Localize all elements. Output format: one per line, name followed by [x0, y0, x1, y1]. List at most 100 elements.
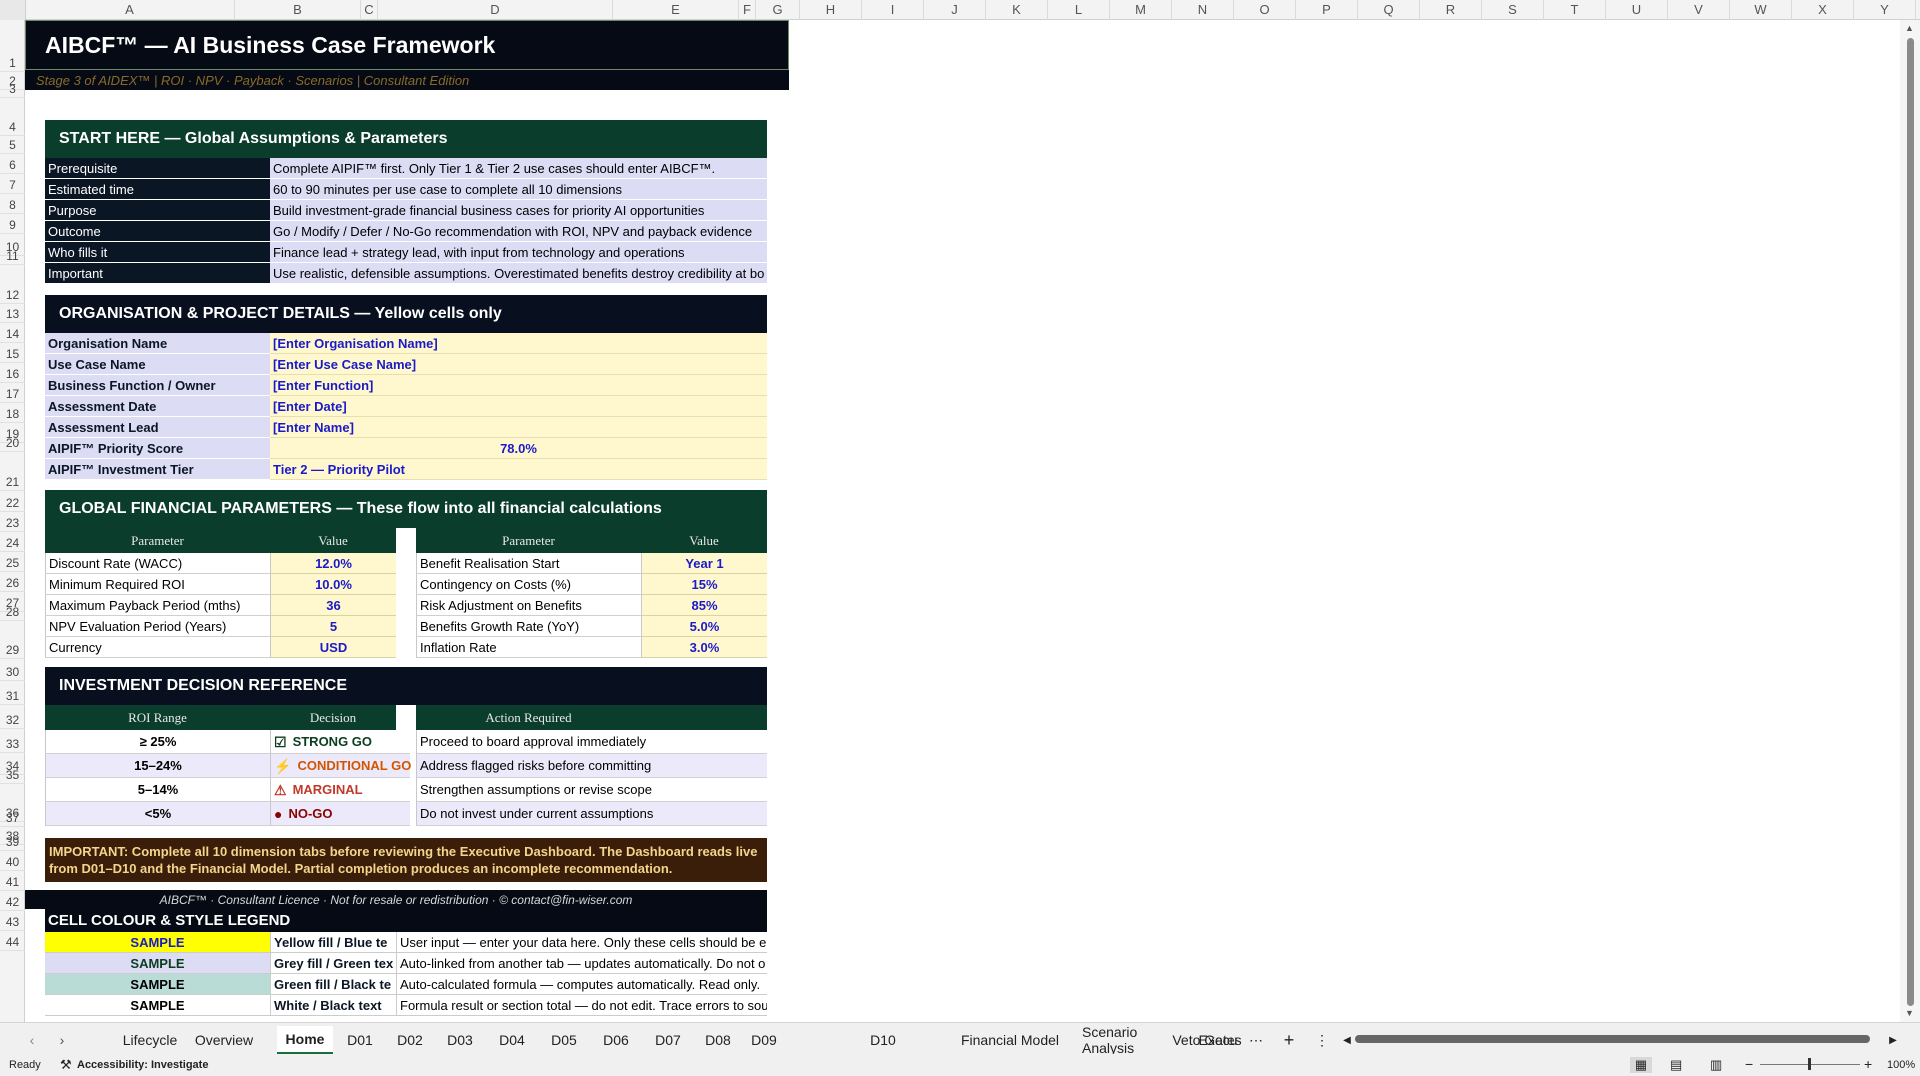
page-break-icon[interactable]: ▥ [1710, 1057, 1722, 1073]
column-header-r[interactable]: R [1420, 0, 1482, 20]
important-note[interactable]: IMPORTANT: Complete all 10 dimension tab… [45, 838, 767, 882]
row-header-24[interactable]: 24 [0, 532, 25, 552]
row-header-5[interactable]: 5 [0, 136, 25, 154]
row-header-7[interactable]: 7 [0, 174, 25, 194]
horizontal-scroll-thumb[interactable] [1355, 1035, 1870, 1043]
row-header-1[interactable]: 1 [0, 20, 25, 72]
fin-param-value[interactable]: 12.0% [270, 553, 396, 574]
sheet-tab-d03[interactable]: D03 [441, 1028, 479, 1052]
scroll-up-icon[interactable]: ▲ [1905, 23, 1914, 33]
decision-label-cell[interactable]: ⚠ MARGINAL [270, 778, 410, 802]
sheet-tab-d04[interactable]: D04 [493, 1028, 531, 1052]
zoom-out-icon[interactable]: − [1745, 1056, 1753, 1072]
start-here-value[interactable]: Go / Modify / Defer / No-Go recommendati… [270, 221, 767, 242]
fin-param-value[interactable]: 3.0% [641, 637, 767, 658]
row-header-26[interactable]: 26 [0, 572, 25, 592]
org-field-input[interactable]: [Enter Name] [270, 417, 767, 438]
column-header-m[interactable]: M [1110, 0, 1172, 20]
sheet-tab-execu[interactable]: Execu [1198, 1028, 1238, 1052]
row-header-18[interactable]: 18 [0, 403, 25, 423]
start-here-value[interactable]: Build investment-grade financial busines… [270, 200, 767, 221]
fin-param-value[interactable]: 85% [641, 595, 767, 616]
row-header-20[interactable]: 20 [0, 436, 25, 452]
column-header-b[interactable]: B [235, 0, 361, 20]
row-header-28[interactable]: 28 [0, 605, 25, 621]
row-header-22[interactable]: 22 [0, 491, 25, 512]
row-header-8[interactable]: 8 [0, 194, 25, 214]
start-here-value[interactable]: Complete AIPIF™ first. Only Tier 1 & Tie… [270, 158, 767, 179]
scroll-down-icon[interactable]: ▼ [1905, 1008, 1914, 1018]
fin-param-value[interactable]: 5 [270, 616, 396, 637]
row-header-6[interactable]: 6 [0, 154, 25, 174]
row-header-14[interactable]: 14 [0, 323, 25, 343]
row-header-25[interactable]: 25 [0, 552, 25, 572]
decision-label-cell[interactable]: ☑ STRONG GO [270, 730, 410, 754]
sheet-tab-d01[interactable]: D01 [341, 1028, 379, 1052]
decision-label-cell[interactable]: ● NO-GO [270, 802, 410, 826]
org-field-input[interactable]: Tier 2 — Priority Pilot [270, 459, 767, 480]
column-header-f[interactable]: F [739, 0, 756, 20]
select-all-corner[interactable] [0, 0, 26, 20]
row-header-16[interactable]: 16 [0, 363, 25, 383]
fin-param-value[interactable]: 36 [270, 595, 396, 616]
start-here-header[interactable]: START HERE — Global Assumptions & Parame… [45, 120, 767, 158]
row-header-30[interactable]: 30 [0, 659, 25, 681]
zoom-slider[interactable] [1760, 1058, 1860, 1070]
legend-header[interactable]: CELL COLOUR & STYLE LEGEND [45, 909, 767, 932]
row-header-12[interactable]: 12 [0, 265, 25, 304]
sheet-tab-overview[interactable]: Overview [188, 1028, 260, 1052]
row-header-41[interactable]: 41 [0, 871, 25, 891]
licence-banner[interactable]: AIBCF™ · Consultant Licence · Not for re… [25, 890, 767, 909]
row-header-23[interactable]: 23 [0, 512, 25, 532]
row-header-29[interactable]: 29 [0, 621, 25, 659]
fin-param-value[interactable]: 15% [641, 574, 767, 595]
row-header-15[interactable]: 15 [0, 343, 25, 363]
org-field-input[interactable]: [Enter Use Case Name] [270, 354, 767, 375]
row-header-17[interactable]: 17 [0, 383, 25, 403]
sheet-tab-d07[interactable]: D07 [649, 1028, 687, 1052]
sheet-tab-home[interactable]: Home [277, 1026, 333, 1055]
row-header-43[interactable]: 43 [0, 911, 25, 931]
column-header-y[interactable]: Y [1854, 0, 1916, 20]
scroll-thumb[interactable] [1907, 38, 1914, 1006]
column-header-u[interactable]: U [1606, 0, 1668, 20]
column-header-n[interactable]: N [1172, 0, 1234, 20]
column-header-d[interactable]: D [378, 0, 613, 20]
column-header-e[interactable]: E [613, 0, 739, 20]
zoom-level[interactable]: 100% [1887, 1059, 1915, 1071]
normal-view-icon[interactable]: ▦ [1630, 1057, 1652, 1073]
column-header-a[interactable]: A [25, 0, 235, 20]
row-header-3[interactable]: 3 [0, 82, 25, 98]
column-header-x[interactable]: X [1792, 0, 1854, 20]
row-header-40[interactable]: 40 [0, 851, 25, 871]
chevron-left-icon[interactable]: ‹ [22, 1028, 42, 1052]
ellipsis-icon[interactable]: ⋯ [1245, 1028, 1267, 1052]
row-header-31[interactable]: 31 [0, 681, 25, 705]
column-header-k[interactable]: K [986, 0, 1048, 20]
column-header-s[interactable]: S [1482, 0, 1544, 20]
fin-param-value[interactable]: 10.0% [270, 574, 396, 595]
column-header-g[interactable]: G [756, 0, 800, 20]
column-header-o[interactable]: O [1234, 0, 1296, 20]
sheet-tab-d09[interactable]: D09 [745, 1028, 783, 1052]
sheet-tab-financial-model[interactable]: Financial Model [946, 1028, 1074, 1052]
row-header-32[interactable]: 32 [0, 705, 25, 729]
start-here-value[interactable]: 60 to 90 minutes per use case to complet… [270, 179, 767, 200]
row-header-13[interactable]: 13 [0, 304, 25, 323]
decision-header[interactable]: INVESTMENT DECISION REFERENCE [45, 667, 767, 705]
accessibility-status[interactable]: Accessibility: Investigate [77, 1059, 208, 1071]
column-header-c[interactable]: C [361, 0, 378, 20]
subtitle-banner[interactable]: Stage 3 of AIDEX™ | ROI · NPV · Payback … [25, 70, 789, 90]
decision-label-cell[interactable]: ⚡ CONDITIONAL GO [270, 754, 411, 778]
fin-param-value[interactable]: USD [270, 637, 396, 658]
row-header-35[interactable]: 35 [0, 768, 25, 784]
sheet-tab-scenario-analysis[interactable]: Scenario Analysis [1082, 1024, 1162, 1056]
start-here-value[interactable]: Finance lead + strategy lead, with input… [270, 242, 767, 263]
org-details-header[interactable]: ORGANISATION & PROJECT DETAILS — Yellow … [45, 295, 767, 333]
row-header-9[interactable]: 9 [0, 214, 25, 234]
sheet-tab-lifecycle[interactable]: Lifecycle [105, 1028, 195, 1052]
column-header-l[interactable]: L [1048, 0, 1110, 20]
zoom-slider-thumb[interactable] [1808, 1058, 1811, 1070]
title-banner[interactable]: AIBCF™ — AI Business Case Framework [25, 20, 789, 70]
fin-param-value[interactable]: Year 1 [641, 553, 767, 574]
